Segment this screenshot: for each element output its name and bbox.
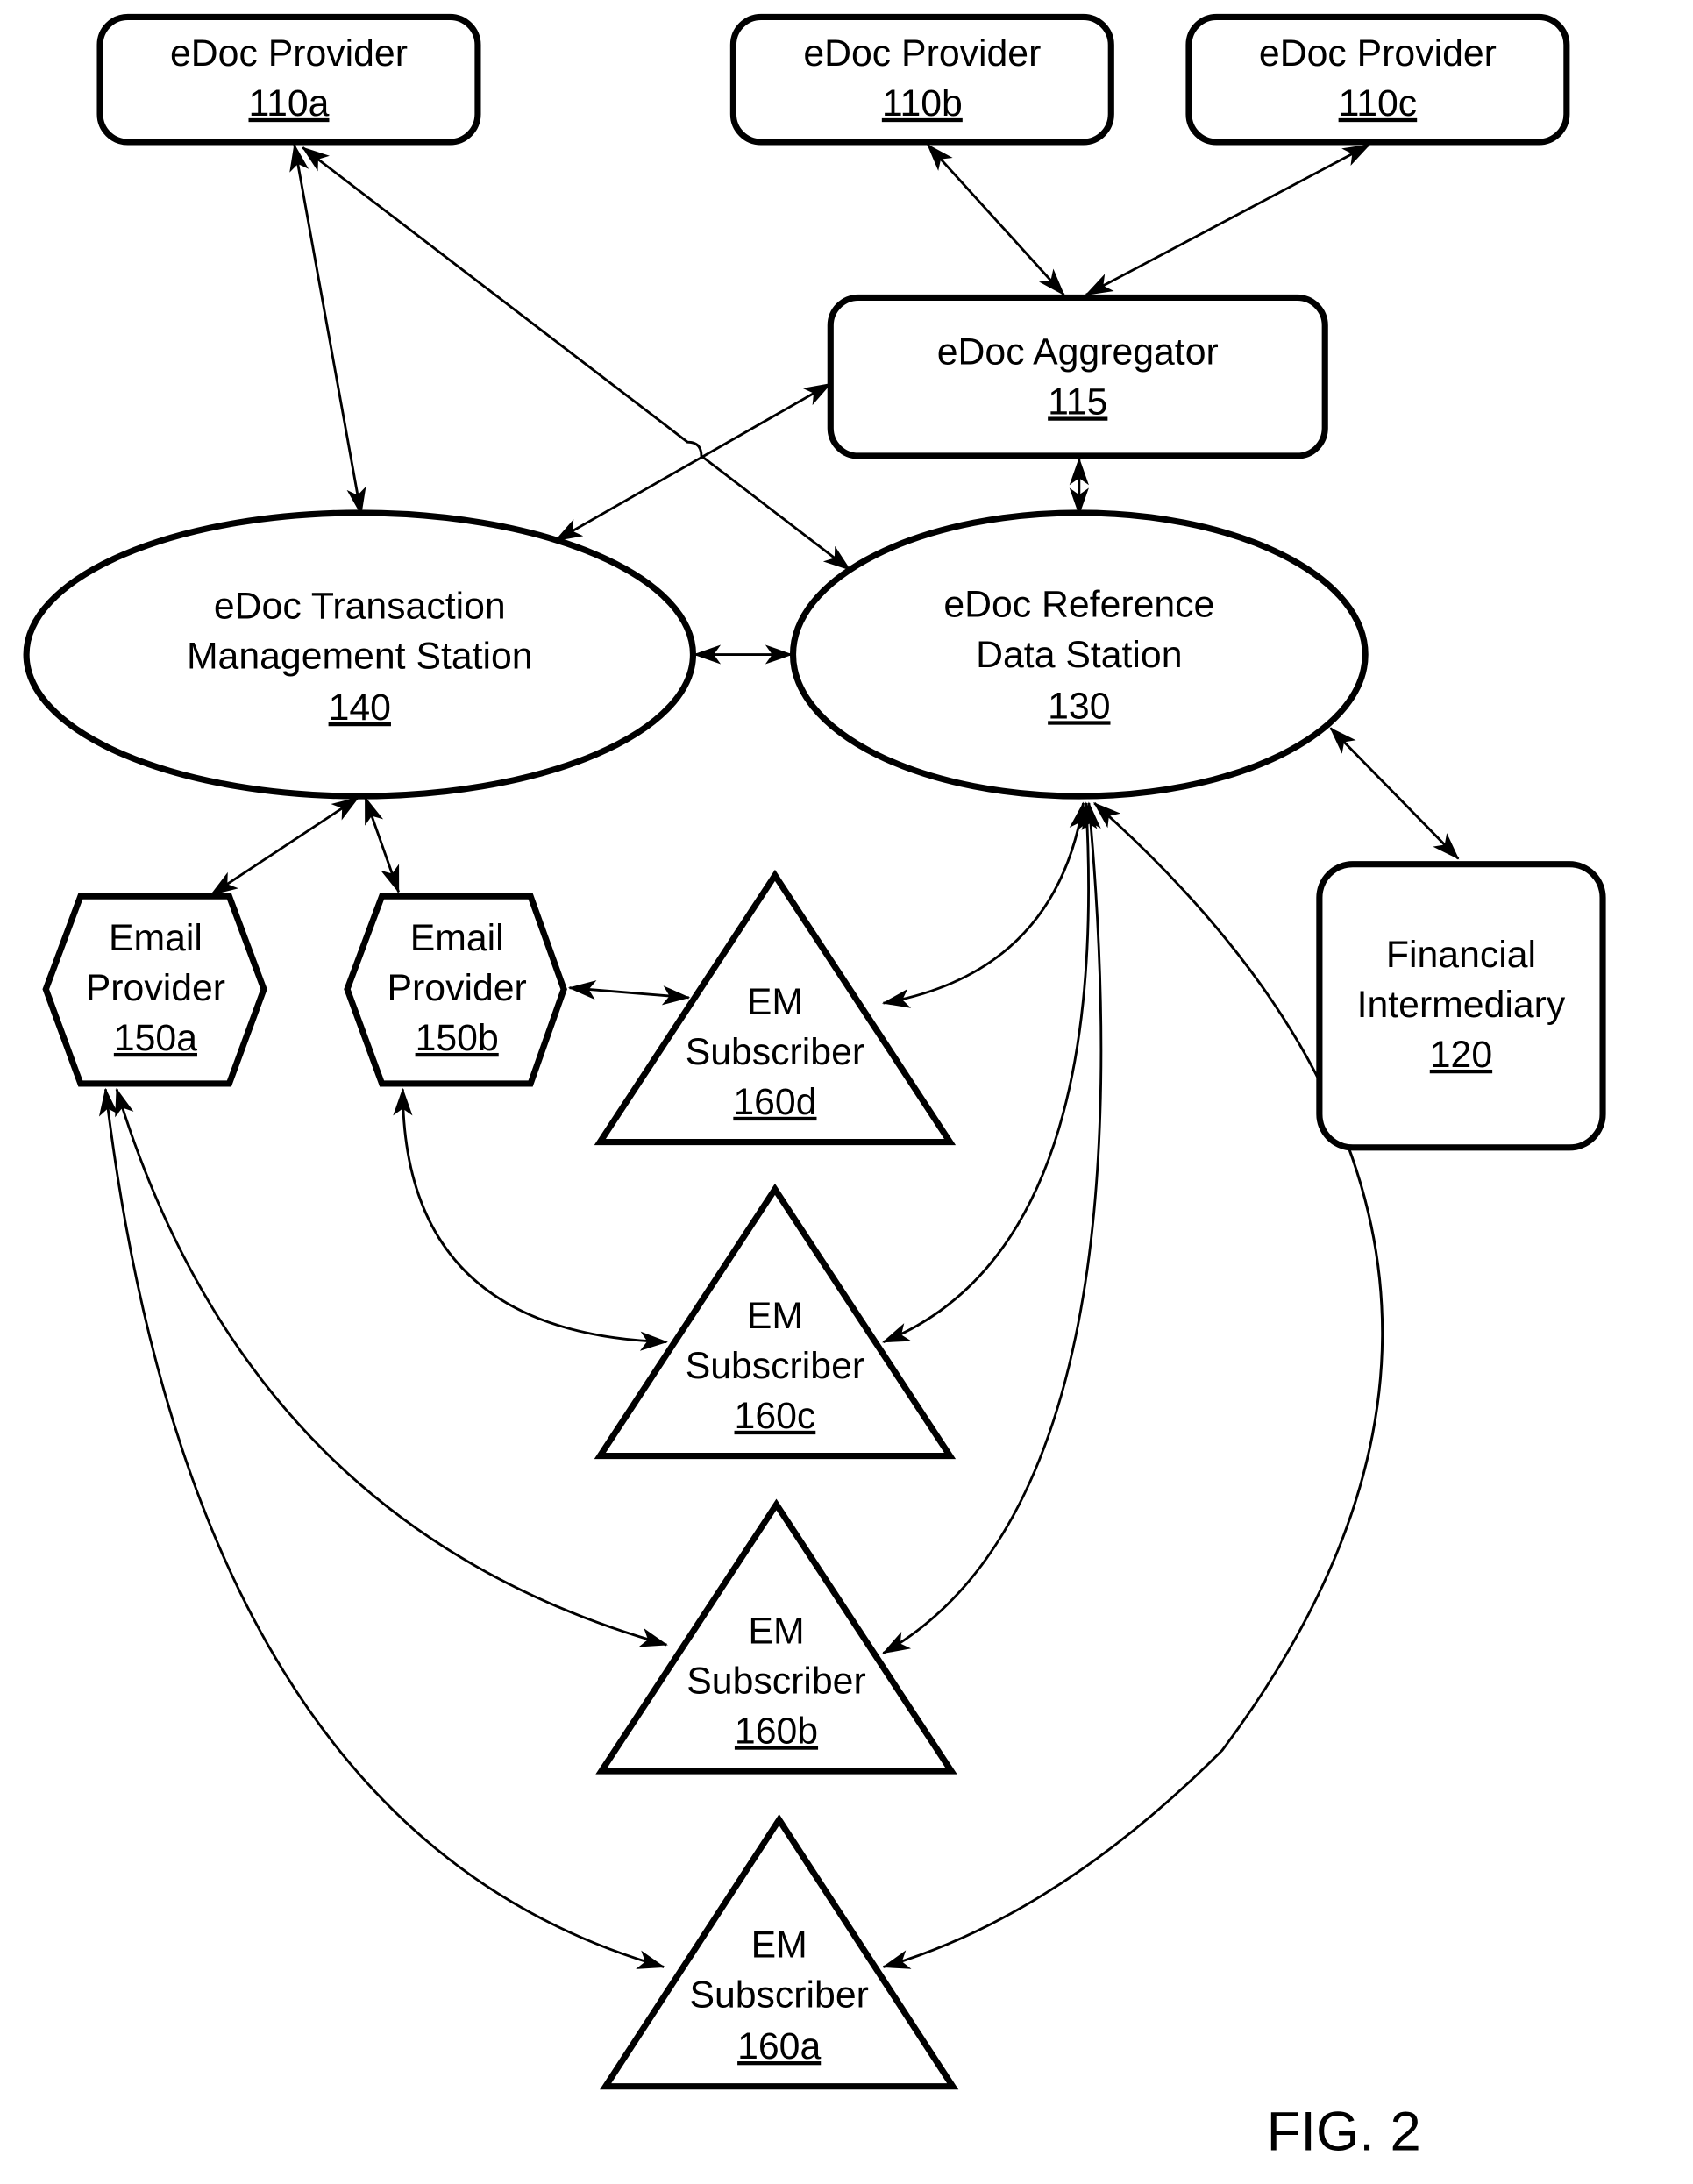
edge-110c-115	[1085, 143, 1371, 296]
edge-130-160b	[882, 801, 1103, 1654]
edge-150a-160a	[98, 1087, 665, 1969]
node-label-line1: EM	[747, 981, 803, 1023]
node-label-line2: Subscriber	[686, 1345, 864, 1387]
node-edoc-aggregator-115[interactable]: eDoc Aggregator 115	[827, 294, 1328, 459]
edge-115-140	[554, 382, 832, 542]
edge-110a-140	[289, 143, 366, 516]
node-label-line1: EM	[748, 1610, 804, 1652]
node-ref: 120	[1430, 1034, 1492, 1076]
node-label: eDoc Provider	[170, 32, 408, 75]
edge-140-150a	[210, 796, 360, 896]
node-label-line2: Intermediary	[1357, 984, 1566, 1026]
node-em-subscriber-160a[interactable]: EM Subscriber 160a	[600, 1814, 959, 2090]
node-ref: 150a	[114, 1017, 197, 1059]
node-ref: 160c	[735, 1395, 816, 1437]
node-ref: 110c	[1339, 82, 1418, 124]
node-email-provider-150b[interactable]: Email Provider 150b	[344, 893, 567, 1087]
system-diagram: eDoc Provider 110a eDoc Provider 110b eD…	[23, 13, 1606, 2163]
node-ref: 160a	[737, 2025, 821, 2067]
node-label-line1: Email	[410, 917, 504, 959]
node-edoc-provider-110c[interactable]: eDoc Provider 110c	[1185, 13, 1570, 146]
edge-110b-115	[927, 143, 1065, 296]
node-label-line2: Data Station	[976, 634, 1182, 676]
node-em-subscriber-160b[interactable]: EM Subscriber 160b	[595, 1498, 957, 1775]
node-label-line1: EM	[747, 1295, 803, 1337]
node-ref: 140	[329, 687, 391, 729]
edge-130-160d	[881, 801, 1089, 1008]
node-label-line1: Financial	[1386, 934, 1536, 976]
node-edoc-provider-110b[interactable]: eDoc Provider 110b	[729, 13, 1114, 146]
node-em-subscriber-160d[interactable]: EM Subscriber 160d	[594, 869, 957, 1146]
node-financial-intermediary-120[interactable]: Financial Intermediary 120	[1316, 861, 1606, 1151]
edge-130-160a	[881, 801, 1384, 1969]
node-label-line1: EM	[751, 1924, 807, 1966]
node-label-line1: eDoc Transaction	[214, 585, 506, 627]
node-reference-data-station-130[interactable]: eDoc Reference Data Station 130	[789, 509, 1369, 800]
node-edoc-provider-110a[interactable]: eDoc Provider 110a	[96, 13, 481, 146]
edge-150b-160d	[567, 980, 691, 1006]
node-label-line2: Provider	[86, 967, 225, 1009]
node-ref: 130	[1048, 685, 1110, 727]
edge-130-120	[1329, 727, 1460, 860]
node-em-subscriber-160c[interactable]: EM Subscriber 160c	[594, 1183, 957, 1460]
node-ref: 115	[1048, 381, 1107, 423]
node-label-line2: Subscriber	[686, 1031, 864, 1073]
edge-110a-130	[302, 146, 851, 572]
node-label: eDoc Provider	[803, 32, 1041, 75]
node-label-line2: Provider	[388, 967, 527, 1009]
node-ref: 160d	[733, 1081, 816, 1123]
node-transaction-management-station-140[interactable]: eDoc Transaction Management Station 140	[23, 509, 697, 800]
node-label-line1: Email	[109, 917, 203, 959]
node-label-line2: Subscriber	[689, 1974, 868, 2016]
figure-label: FIG. 2	[1267, 2102, 1421, 2163]
node-label-line2: Management Station	[187, 635, 533, 677]
node-label: eDoc Aggregator	[937, 331, 1219, 373]
node-ref: 110b	[882, 82, 963, 124]
node-ref: 150b	[416, 1017, 499, 1059]
node-label-line2: Subscriber	[686, 1660, 865, 1702]
edge-150a-160b	[115, 1087, 668, 1647]
node-ref: 160b	[735, 1710, 818, 1752]
node-label: eDoc Provider	[1259, 32, 1497, 75]
node-label-line1: eDoc Reference	[943, 584, 1214, 626]
node-email-provider-150a[interactable]: Email Provider 150a	[42, 893, 267, 1087]
edge-140-150b	[364, 796, 400, 893]
node-ref: 110a	[249, 82, 330, 124]
